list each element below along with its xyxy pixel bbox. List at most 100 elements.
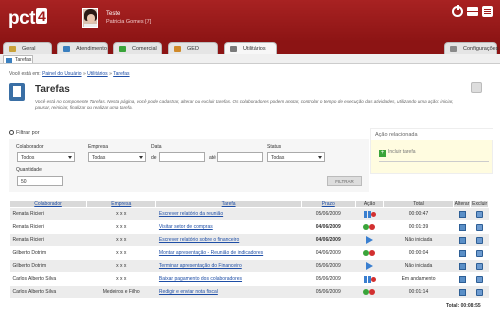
home-icon — [9, 46, 16, 52]
tab-ged[interactable]: GED — [168, 42, 218, 54]
page-description: Você está no componente Tarefas. Nesta p… — [35, 99, 454, 110]
edit-icon[interactable] — [458, 236, 466, 244]
cell-excluir — [470, 233, 489, 247]
delete-icon[interactable] — [476, 275, 484, 283]
col-empresa[interactable]: Empresa — [86, 200, 157, 208]
user-company: Teste — [106, 11, 121, 17]
edit-icon[interactable] — [458, 210, 466, 218]
cell-excluir — [470, 246, 489, 260]
task-link[interactable]: Baixar pagamento dos colaboradores — [159, 276, 242, 282]
task-link[interactable]: Visitar setor de compras — [159, 224, 213, 230]
table-row: Gilberto Dotrim x x x Montar apresentação … — [9, 246, 489, 260]
menu-icon[interactable] — [482, 6, 493, 17]
cell-tarefa: Visitar setor de compras — [155, 220, 302, 234]
total-time: Total: 00:08:55 — [446, 303, 481, 309]
folder-icon — [174, 46, 181, 52]
breadcrumb-painel[interactable]: Painel do Usuário — [42, 71, 81, 77]
finish-stop-icon[interactable] — [363, 275, 376, 283]
tab-label: Comercial — [132, 46, 157, 52]
collapse-button[interactable] — [471, 82, 482, 93]
divider — [379, 161, 489, 162]
data-de-label: de — [151, 155, 157, 161]
col-colaborador[interactable]: Colaborador — [8, 200, 88, 208]
cell-prazo: 05/06/2009 — [301, 259, 356, 273]
delete-icon[interactable] — [476, 262, 484, 270]
chevron-down-icon — [318, 156, 322, 159]
breadcrumb-utilitarios[interactable]: Utilitários — [87, 71, 108, 77]
col-tarefa[interactable]: Tarefa — [155, 200, 302, 208]
task-link[interactable]: Escrever relatório da reunião — [159, 211, 223, 217]
breadcrumb-tarefas[interactable]: Tarefas — [113, 71, 129, 77]
empresa-select[interactable]: Todas — [88, 152, 146, 162]
power-icon[interactable] — [452, 5, 463, 17]
edit-icon[interactable] — [458, 249, 466, 257]
colaborador-label: Colaborador — [16, 144, 44, 150]
data-label: Data — [151, 144, 162, 150]
cell-colaborador: Carlos Alberto Silva — [9, 285, 87, 299]
col-total: Total — [383, 200, 454, 208]
search-icon — [9, 130, 14, 135]
tools-icon — [230, 46, 237, 52]
data-de-input[interactable] — [159, 152, 205, 162]
tab-utilitarios[interactable]: Utilitários — [224, 42, 277, 54]
cell-excluir — [470, 272, 489, 286]
cell-alterar — [453, 246, 471, 260]
add-task-link[interactable]: + Incluir tarefa — [379, 149, 416, 157]
tab-geral[interactable]: Geral — [3, 42, 52, 54]
play-icon[interactable] — [366, 236, 374, 244]
app-header: pct 4 Teste Patricia Gomes [7] — [0, 0, 500, 42]
user-name[interactable]: Patricia Gomes [7] — [106, 19, 151, 25]
tab-label: GED — [187, 46, 199, 52]
cell-alterar — [453, 259, 471, 273]
status-label: Status — [267, 144, 282, 150]
col-prazo[interactable]: Prazo — [300, 200, 356, 208]
chevron-down-icon — [68, 156, 72, 159]
cell-empresa: x x x — [86, 207, 156, 221]
cell-empresa: x x x — [86, 233, 156, 247]
task-link[interactable]: Montar apresentação - Reunião de indicad… — [159, 250, 263, 256]
data-ate-input[interactable] — [217, 152, 263, 162]
delete-icon[interactable] — [476, 249, 484, 257]
cell-alterar — [453, 233, 471, 247]
subtab-tarefas[interactable]: Tarefas — [3, 55, 33, 63]
delete-icon[interactable] — [476, 210, 484, 218]
cell-empresa: Medeiros e Filho — [86, 285, 156, 299]
avatar[interactable] — [82, 8, 98, 28]
breadcrumb: Você está em: Painel do Usuário » Utilit… — [9, 71, 130, 77]
tab-configuracoes[interactable]: Configurações — [444, 42, 498, 54]
task-link[interactable]: Terminar apresentação do Financeiro — [159, 263, 242, 269]
delete-icon[interactable] — [476, 288, 484, 296]
cell-acao — [355, 259, 384, 273]
tab-atendimento[interactable]: Atendimento — [57, 42, 108, 54]
delete-icon[interactable] — [476, 236, 484, 244]
status-select[interactable]: Todas — [267, 152, 325, 162]
colaborador-select[interactable]: Todos — [17, 152, 75, 162]
filter-button[interactable]: FILTRAR — [327, 176, 362, 186]
quantidade-input[interactable]: 50 — [17, 176, 63, 186]
finish-stop-icon[interactable] — [363, 210, 376, 218]
logo-text: pct — [8, 8, 36, 29]
edit-icon[interactable] — [458, 223, 466, 231]
delete-icon[interactable] — [476, 223, 484, 231]
pause-stop-icon[interactable] — [363, 288, 376, 296]
play-icon[interactable] — [366, 262, 374, 270]
tab-comercial[interactable]: Comercial — [113, 42, 162, 54]
cell-prazo: 04/06/2009 — [301, 220, 356, 234]
col-excluir: Excluir — [470, 200, 489, 208]
status-value: Todas — [271, 155, 285, 161]
cell-alterar — [453, 272, 471, 286]
breadcrumb-separator: » — [109, 71, 112, 77]
pause-stop-icon[interactable] — [363, 223, 376, 231]
pct4-logo[interactable]: pct 4 — [8, 8, 48, 30]
cell-tarefa: Escrever relatório sobre o financeiro — [155, 233, 302, 247]
edit-icon[interactable] — [458, 288, 466, 296]
edit-icon[interactable] — [458, 275, 466, 283]
edit-icon[interactable] — [458, 262, 466, 270]
task-link[interactable]: Escrever relatório sobre o financeiro — [159, 237, 239, 243]
mail-icon[interactable] — [467, 7, 478, 16]
pause-stop-icon[interactable] — [363, 249, 376, 257]
table-row: Renata Ricieri x x x Visitar setor de comp… — [9, 220, 489, 234]
cell-colaborador: Renata Ricieri — [9, 207, 87, 221]
cell-acao — [355, 246, 384, 260]
task-link[interactable]: Redigir e enviar nota fiscal — [159, 289, 218, 295]
